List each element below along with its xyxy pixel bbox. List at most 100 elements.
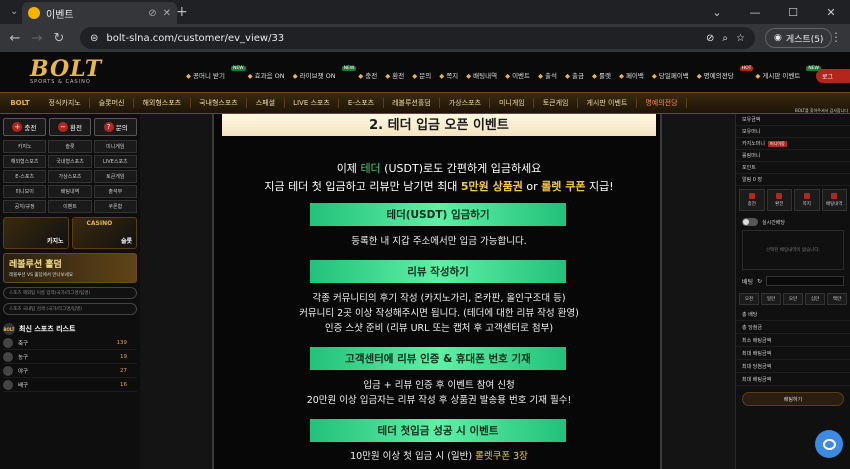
top-menu-item[interactable]: ◆ 룰렛 <box>592 70 611 80</box>
category-item[interactable]: E-스포츠 <box>339 98 384 108</box>
nav-small-logo[interactable]: BOLT <box>0 99 40 107</box>
menu-grid-item[interactable]: 미니보이 <box>3 185 47 198</box>
bet-amount-input[interactable] <box>766 276 844 286</box>
url-text[interactable]: bolt-slna.com/customer/ev_view/33 <box>106 33 284 44</box>
amount-button[interactable]: 십만 <box>805 293 825 305</box>
close-window-button[interactable]: ✕ <box>812 0 850 24</box>
top-menu-item[interactable]: ◆ 출금 <box>565 70 584 80</box>
site-info-icon[interactable]: ⊜ <box>90 33 98 44</box>
maximize-button[interactable]: ☐ <box>774 0 812 24</box>
tab-close-icon[interactable]: ✕ <box>163 8 171 19</box>
top-menu-item[interactable]: ◆ 꽁머니 받기 NEW <box>186 66 246 80</box>
menu-grid-item[interactable]: 이벤트 <box>48 200 92 213</box>
wallet-button[interactable]: 쪽지 <box>794 189 820 211</box>
reload-icon[interactable]: ↻ <box>48 31 70 46</box>
menu-grid-item[interactable]: 토큰게임 <box>93 170 137 183</box>
minimize-button[interactable]: — <box>736 0 774 24</box>
sport-row[interactable]: 야구 27 <box>3 364 137 378</box>
casino-banner[interactable]: 카지노 <box>3 217 69 249</box>
toggle-switch[interactable] <box>742 218 758 226</box>
menu-grid-item[interactable]: 국내형스포츠 <box>48 155 92 168</box>
category-item[interactable]: 미니게임 <box>490 98 535 108</box>
top-menu-icon: ◆ <box>358 72 364 80</box>
menu-grid-item[interactable]: 미니게임 <box>93 140 137 153</box>
eye-off-icon[interactable]: ⊘ <box>706 33 714 44</box>
top-menu-item[interactable]: ◆ 이벤트 <box>505 70 530 80</box>
wallet-button[interactable]: 환전 <box>766 189 792 211</box>
tab-search-button[interactable]: ⌄ <box>698 0 736 24</box>
top-menu-item[interactable]: ◆ 환전 <box>385 70 404 80</box>
quick-button-2[interactable]: ? 문의 <box>94 118 138 136</box>
category-item[interactable]: 정식카지노 <box>40 98 91 108</box>
live-odds-toggle[interactable]: 실시간배당 <box>742 218 844 226</box>
forward-icon[interactable]: → <box>26 31 48 46</box>
quick-button-0[interactable]: + 충전 <box>3 118 46 136</box>
overseas-team-search[interactable]: 스포츠 해외팀 이름 입력(국가/리그명/팀명) <box>3 287 137 299</box>
holdem-banner[interactable]: 레볼루션 홀덤 레볼루션 VS 홀덤에서 만나보세요 <box>3 253 137 283</box>
amount-button[interactable]: 백만 <box>827 293 847 305</box>
login-button[interactable]: 로그 <box>816 69 850 83</box>
sport-row[interactable]: 축구 139 <box>3 336 137 350</box>
refresh-icon[interactable]: ↻ <box>757 278 762 285</box>
menu-grid-item[interactable]: 공지/규정 <box>3 200 47 213</box>
top-menu-item[interactable]: ◆ 페이백 <box>619 70 644 80</box>
write-review-button[interactable]: 리뷰 작성하기 <box>310 260 566 283</box>
top-menu-item[interactable]: ◆ 쪽지 <box>439 70 458 80</box>
amount-button[interactable]: 오만 <box>783 293 803 305</box>
amount-button[interactable]: 일만 <box>761 293 781 305</box>
menu-grid-item[interactable]: 해외형스포츠 <box>3 155 47 168</box>
back-icon[interactable]: ← <box>4 31 26 46</box>
menu-grid-item[interactable]: 쿠폰함 <box>93 200 137 213</box>
browser-menu-icon[interactable]: ⋮ <box>830 30 842 44</box>
category-item[interactable]: LIVE 스포츠 <box>285 98 340 108</box>
wallet-button[interactable]: 배팅내역 <box>821 189 847 211</box>
category-item[interactable]: 게시판 이벤트 <box>578 98 637 108</box>
top-menu-item[interactable]: ◆ 문의 <box>412 70 431 80</box>
menu-grid-item[interactable]: LIVE스포츠 <box>93 155 137 168</box>
menu-grid-item[interactable]: 출석부 <box>93 185 137 198</box>
category-item[interactable]: 해외형스포츠 <box>134 98 191 108</box>
category-item[interactable]: 스페셜 <box>247 98 285 108</box>
menu-grid-item[interactable]: 가상스포츠 <box>48 170 92 183</box>
top-menu-item[interactable]: ◆ 배팅내역 <box>466 70 497 80</box>
place-bet-button[interactable]: 배팅하기 <box>742 392 844 406</box>
browser-tab[interactable]: 이벤트 ⊘ ✕ <box>22 2 177 24</box>
top-menu-item[interactable]: ◆ 게시판 이벤트NEW <box>755 66 822 80</box>
first-deposit-event-button[interactable]: 테더 첫입금 성공 시 이벤트 <box>310 419 566 442</box>
top-menu-item[interactable]: ◆ 충전 <box>358 70 377 80</box>
tether-deposit-button[interactable]: 테더(USDT) 입금하기 <box>310 203 566 226</box>
chat-button[interactable] <box>815 430 843 458</box>
category-item[interactable]: 토큰게임 <box>534 98 578 108</box>
slot-banner[interactable]: CASINO 슬롯 <box>71 217 137 249</box>
top-menu-item[interactable]: ◆ 출석 <box>538 70 557 80</box>
quick-button-1[interactable]: − 환전 <box>48 118 92 136</box>
sport-row[interactable]: 배구 16 <box>3 378 137 392</box>
omnibox[interactable]: ⊜ bolt-slna.com/customer/ev_view/33 ⊘ ⌕ … <box>80 27 755 49</box>
category-item[interactable]: 가상스포츠 <box>440 98 491 108</box>
menu-grid-item[interactable]: 슬롯 <box>48 140 92 153</box>
mute-tab-icon[interactable]: ⊘ <box>148 8 156 19</box>
menu-grid-item[interactable]: 배팅내역 <box>48 185 92 198</box>
site-logo[interactable]: BOLT SPORTS & CASINO <box>30 56 110 88</box>
top-menu-item[interactable]: ◆ 효과음 ON <box>248 70 285 80</box>
wallet-row-tag[interactable]: 머니이동 <box>768 140 787 147</box>
review-verify-button[interactable]: 고객센터에 리뷰 인증 & 휴대폰 번호 기재 <box>310 347 566 370</box>
category-item[interactable]: 레볼루션홀덤 <box>384 98 441 108</box>
new-tab-button[interactable]: + <box>176 4 188 20</box>
category-item[interactable]: 슬롯머신 <box>90 98 134 108</box>
amount-button[interactable]: 오천 <box>739 293 759 305</box>
tab-search-icon[interactable]: ⌄ <box>10 6 18 17</box>
category-item[interactable]: 국내형스포츠 <box>191 98 248 108</box>
wallet-button[interactable]: 충전 <box>739 189 765 211</box>
profile-button[interactable]: ◉ 게스트(5) <box>765 28 833 48</box>
sport-row[interactable]: 농구 19 <box>3 350 137 364</box>
top-menu-item[interactable]: ◆ 당일페이백 <box>652 70 689 80</box>
category-item[interactable]: 명예의전당 <box>637 98 688 108</box>
top-menu-item[interactable]: ◆ 명예의전당 HOT <box>697 66 754 80</box>
bookmark-star-icon[interactable]: ☆ <box>736 33 745 44</box>
menu-grid-item[interactable]: 카지노 <box>3 140 47 153</box>
top-menu-item[interactable]: ◆ 라이브챗 ON NEW <box>293 66 357 80</box>
zoom-icon[interactable]: ⌕ <box>722 33 728 44</box>
domestic-team-search[interactable]: 스포츠 국내팀 검색 (국가/리그명/팀명) <box>3 303 137 315</box>
menu-grid-item[interactable]: E-스포츠 <box>3 170 47 183</box>
